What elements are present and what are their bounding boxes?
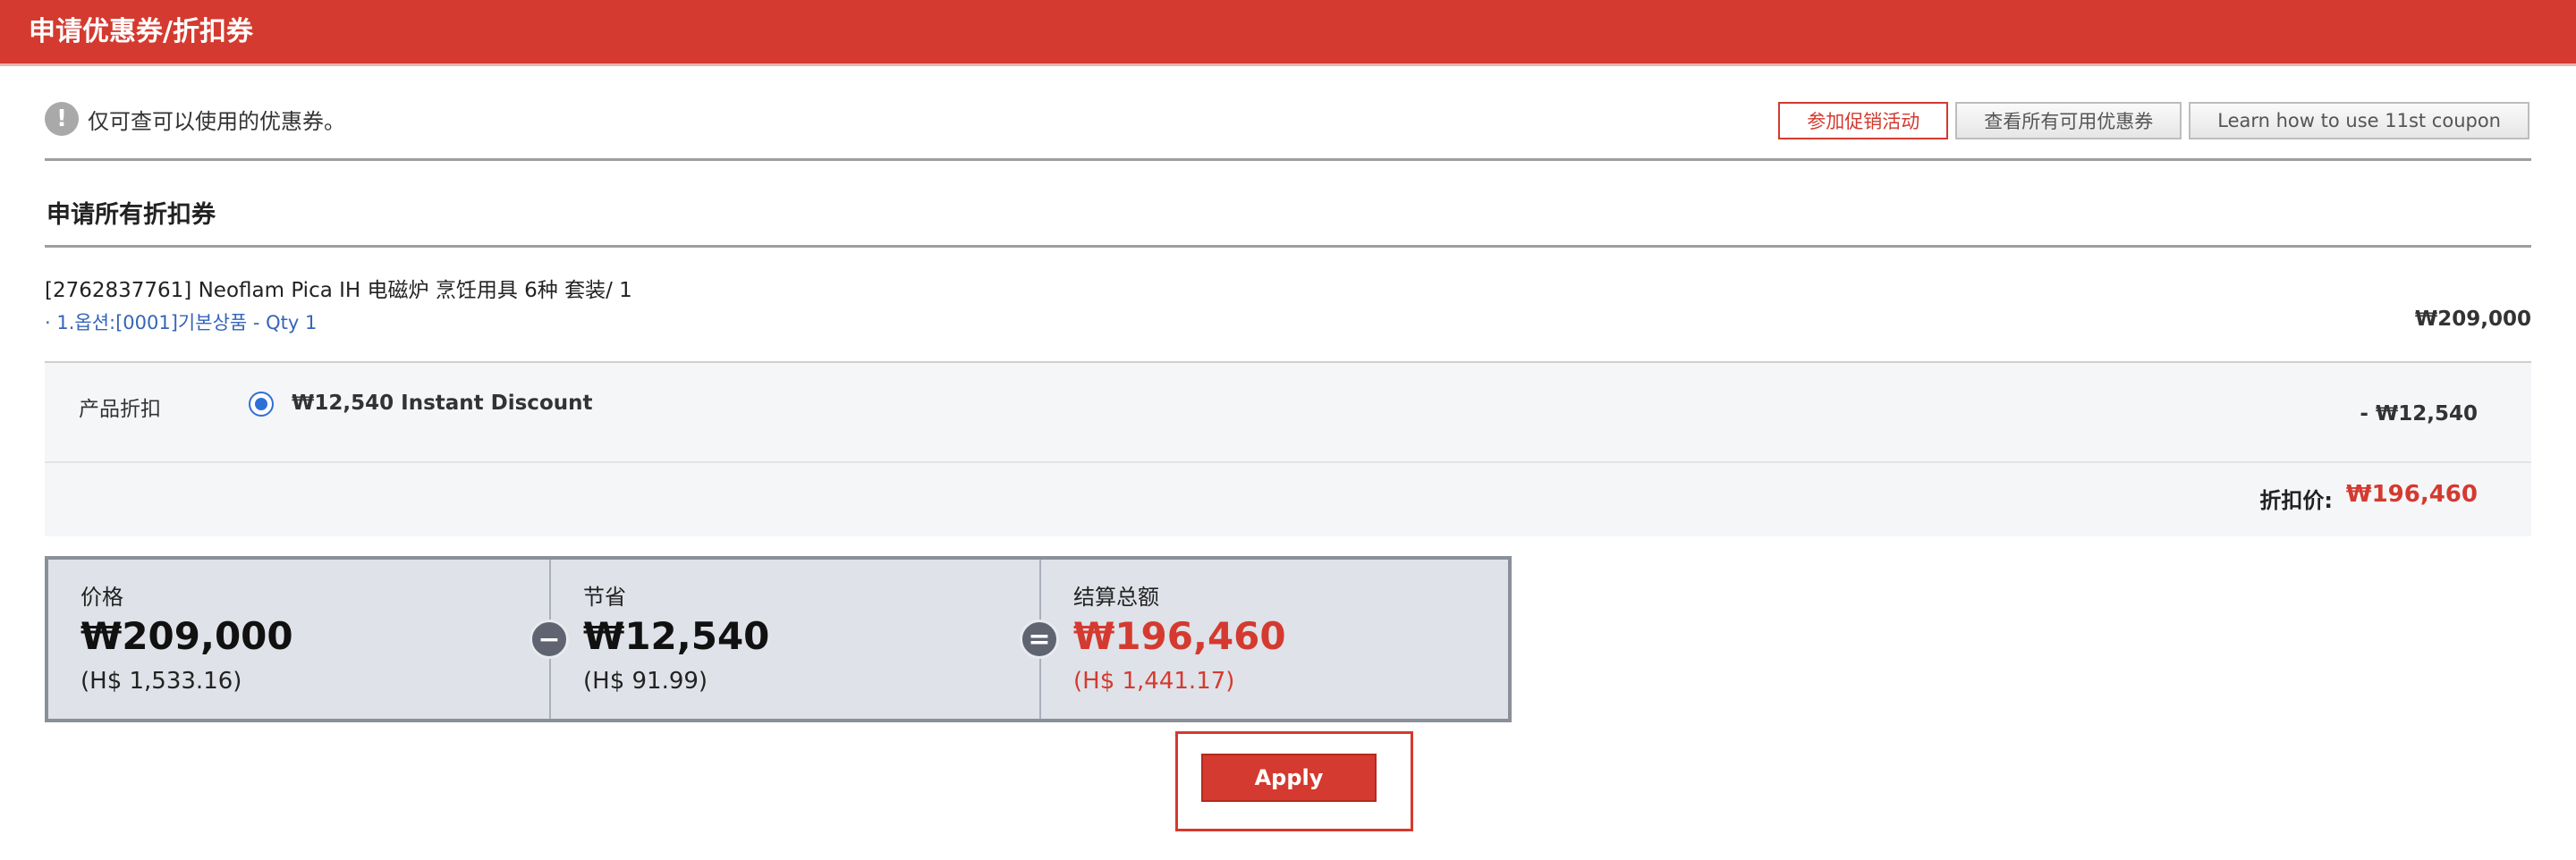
final-price-value: ₩196,460 [2345, 481, 2478, 508]
product-option: · 1.옵션:[0001]기본상품 - Qty 1 [45, 312, 318, 333]
price-sub: (H$ 1,533.16) [80, 668, 242, 695]
divider [45, 158, 2531, 161]
final-price-label: 折扣价: [2259, 488, 2333, 513]
notice-text: 仅可查可以使用的优惠券。 [88, 108, 345, 134]
divider [45, 461, 2531, 463]
discount-panel: 产品折扣 ₩12,540 Instant Discount - ₩12,540 … [45, 363, 2531, 536]
dialog-header: 申请优惠券/折扣券 [0, 0, 2576, 66]
notice: ! 仅可查可以使用的优惠券。 [45, 102, 345, 136]
price-value: ₩209,000 [80, 614, 293, 658]
top-button-group: 参加促销活动 查看所有可用优惠券 Learn how to use 11st c… [1778, 102, 2529, 139]
minus-icon: − [530, 620, 569, 659]
discount-amount: - ₩12,540 [2360, 402, 2478, 426]
exclamation-icon: ! [45, 102, 79, 136]
instant-discount-option[interactable]: ₩12,540 Instant Discount [292, 392, 593, 415]
learn-coupon-button[interactable]: Learn how to use 11st coupon [2189, 102, 2529, 139]
savings-label: 节省 [583, 585, 626, 610]
divider [45, 245, 2531, 248]
discount-label: 产品折扣 [79, 398, 161, 421]
price-label: 价格 [80, 585, 123, 610]
total-value: ₩196,460 [1073, 614, 1286, 658]
total-label: 结算总额 [1073, 585, 1159, 610]
price-cell: 价格 ₩209,000 (H$ 1,533.16) [48, 560, 549, 719]
section-title: 申请所有折扣券 [47, 201, 216, 229]
product-price: ₩209,000 [2414, 308, 2531, 331]
total-cell: = 结算总额 ₩196,460 (H$ 1,441.17) [1020, 560, 1508, 719]
apply-button[interactable]: Apply [1201, 754, 1377, 802]
instant-discount-radio[interactable] [249, 392, 274, 417]
savings-cell: − 节省 ₩12,540 (H$ 91.99) [530, 560, 1039, 719]
price-summary: 价格 ₩209,000 (H$ 1,533.16) − 节省 ₩12,540 (… [45, 556, 1512, 722]
dialog-title: 申请优惠券/折扣券 [29, 16, 253, 47]
apply-highlight: Apply [1175, 731, 1413, 831]
total-sub: (H$ 1,441.17) [1073, 668, 1235, 695]
savings-sub: (H$ 91.99) [583, 668, 708, 695]
product-name: [2762837761] Neoflam Pica IH 电磁炉 烹饪用具 6种… [45, 279, 632, 302]
join-promotion-button[interactable]: 参加促销活动 [1778, 102, 1949, 139]
equals-icon: = [1020, 620, 1059, 659]
savings-value: ₩12,540 [583, 614, 770, 658]
view-all-coupons-button[interactable]: 查看所有可用优惠券 [1955, 102, 2182, 139]
